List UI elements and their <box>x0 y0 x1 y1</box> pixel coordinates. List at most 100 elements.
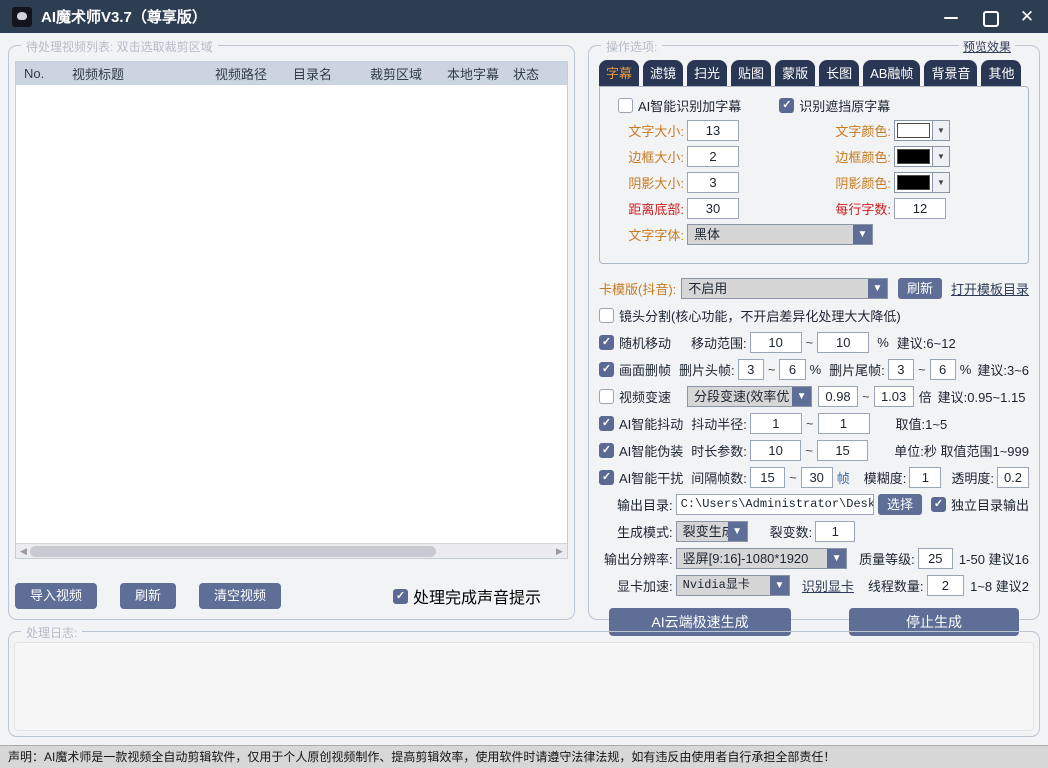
output-dir-input[interactable]: C:\Users\Administrator\Desktop <box>676 494 874 515</box>
close-icon[interactable]: ✕ <box>1018 8 1036 26</box>
speed-to-input[interactable]: 1.03 <box>874 386 914 407</box>
mask-original-checkbox[interactable] <box>779 98 794 113</box>
statement-bar: 声明：AI魔术师是一款视频全自动剪辑软件，仅用于个人原创视频制作、提高剪辑效率，… <box>0 745 1048 768</box>
template-label: 卡模版(抖音): <box>599 279 676 298</box>
refresh-list-button[interactable]: 刷新 <box>120 583 176 609</box>
scrollbar-thumb[interactable] <box>30 546 436 557</box>
maximize-icon[interactable] <box>980 8 998 26</box>
ai-disguise-label: AI智能伪装 <box>619 441 683 460</box>
head-frames-to-input[interactable]: 6 <box>779 359 805 380</box>
move-range-from-input[interactable]: 10 <box>750 332 802 353</box>
horizontal-scrollbar[interactable]: ◀ ▶ <box>16 543 567 558</box>
duration-from-input[interactable]: 10 <box>750 440 801 461</box>
tab-背景音[interactable]: 背景音 <box>924 60 977 86</box>
scroll-right-icon[interactable]: ▶ <box>553 545 566 558</box>
video-table-body[interactable] <box>16 85 567 543</box>
border-color-label: 边框颜色: <box>815 147 891 166</box>
lens-split-label: 镜头分割(核心功能，不开启差异化处理大大降低) <box>619 306 901 325</box>
speed-mode-dropdown[interactable]: 分段变速(效率优▼ <box>687 386 812 407</box>
split-count-input[interactable]: 1 <box>815 521 855 542</box>
tab-扫光[interactable]: 扫光 <box>687 60 727 86</box>
chevron-down-icon: ▼ <box>932 173 949 192</box>
gen-mode-label: 生成模式: <box>617 522 673 541</box>
threads-input[interactable]: 2 <box>927 575 965 596</box>
template-refresh-button[interactable]: 刷新 <box>898 278 942 299</box>
speed-from-input[interactable]: 0.98 <box>818 386 858 407</box>
frame-delete-checkbox[interactable] <box>599 362 614 377</box>
tab-AB融帧[interactable]: AB融帧 <box>863 60 920 86</box>
open-template-dir-link[interactable]: 打开模板目录 <box>951 279 1029 298</box>
threads-label: 线程数量: <box>868 576 924 595</box>
tilde: ~ <box>918 362 926 377</box>
standalone-output-checkbox[interactable] <box>931 497 946 512</box>
opacity-input[interactable]: 0.2 <box>997 467 1029 488</box>
clear-videos-button[interactable]: 清空视频 <box>199 583 281 609</box>
blur-label: 模糊度: <box>864 468 907 487</box>
video-table-header: No.视频标题视频路径目录名裁剪区域本地字幕状态 <box>16 62 567 85</box>
chevron-down-icon: ▼ <box>868 279 887 298</box>
log-output[interactable] <box>14 642 1034 731</box>
chars-per-line-input[interactable]: 12 <box>894 198 946 219</box>
shadow-size-input[interactable]: 3 <box>687 172 739 193</box>
shadow-color-dropdown[interactable]: ▼ <box>894 172 950 193</box>
frame-delete-hint: 建议:3~6 <box>977 360 1029 379</box>
ai-disguise-checkbox[interactable] <box>599 443 614 458</box>
tail-frames-label: 删片尾帧: <box>829 360 885 379</box>
jitter-to-input[interactable]: 1 <box>818 413 870 434</box>
border-color-dropdown[interactable]: ▼ <box>894 146 950 167</box>
font-size-input[interactable]: 13 <box>687 120 739 141</box>
tab-长图[interactable]: 长图 <box>819 60 859 86</box>
tab-蒙版[interactable]: 蒙版 <box>775 60 815 86</box>
scroll-left-icon[interactable]: ◀ <box>17 545 30 558</box>
import-videos-button[interactable]: 导入视频 <box>15 583 97 609</box>
blur-input[interactable]: 1 <box>909 467 941 488</box>
interval-to-input[interactable]: 30 <box>801 467 833 488</box>
ai-interfere-label: AI智能干扰 <box>619 468 683 487</box>
tilde: ~ <box>768 362 776 377</box>
speed-change-checkbox[interactable] <box>599 389 614 404</box>
move-range-unit: % <box>877 335 889 350</box>
log-group: 处理日志: <box>8 631 1040 737</box>
output-dir-label: 输出目录: <box>617 495 673 514</box>
tilde: ~ <box>789 470 797 485</box>
ai-jitter-checkbox[interactable] <box>599 416 614 431</box>
detect-gpu-link[interactable]: 识别显卡 <box>802 576 854 595</box>
random-move-checkbox[interactable] <box>599 335 614 350</box>
tilde: ~ <box>862 389 870 404</box>
move-range-to-input[interactable]: 10 <box>817 332 869 353</box>
ai-interfere-checkbox[interactable] <box>599 470 614 485</box>
gpu-dropdown[interactable]: Nvidia显卡▼ <box>676 575 790 596</box>
preview-effect-link[interactable]: 预览效果 <box>959 38 1015 55</box>
bottom-distance-input[interactable]: 30 <box>687 198 739 219</box>
column-header: 本地字幕 <box>439 64 505 83</box>
ai-subtitle-checkbox[interactable] <box>618 98 633 113</box>
duration-param-label: 时长参数: <box>691 441 747 460</box>
options-panel: 字幕滤镜扫光贴图蒙版长图AB融帧背景音其他 AI智能识别加字幕 识别遮挡原字幕 … <box>599 60 1029 636</box>
gen-mode-dropdown[interactable]: 裂变生成▼ <box>676 521 748 542</box>
head-frames-from-input[interactable]: 3 <box>738 359 764 380</box>
log-group-title: 处理日志: <box>21 624 82 641</box>
interval-from-input[interactable]: 15 <box>750 467 785 488</box>
tail-frames-to-input[interactable]: 6 <box>930 359 956 380</box>
choose-dir-button[interactable]: 选择 <box>878 494 922 515</box>
tab-字幕[interactable]: 字幕 <box>599 60 639 86</box>
minimize-icon[interactable] <box>942 8 960 26</box>
interval-unit: 帧 <box>837 468 850 487</box>
tab-贴图[interactable]: 贴图 <box>731 60 771 86</box>
standalone-output-label: 独立目录输出 <box>951 495 1029 514</box>
tab-其他[interactable]: 其他 <box>981 60 1021 86</box>
resolution-dropdown[interactable]: 竖屏[9:16]-1080*1920▼ <box>676 548 847 569</box>
jitter-from-input[interactable]: 1 <box>750 413 802 434</box>
sound-alert-checkbox[interactable] <box>393 589 408 604</box>
lens-split-checkbox[interactable] <box>599 308 614 323</box>
tab-滤镜[interactable]: 滤镜 <box>643 60 683 86</box>
duration-to-input[interactable]: 15 <box>817 440 868 461</box>
quality-input[interactable]: 25 <box>918 548 953 569</box>
font-family-dropdown[interactable]: 黑体▼ <box>687 224 873 245</box>
font-color-dropdown[interactable]: ▼ <box>894 120 950 141</box>
template-dropdown[interactable]: 不启用▼ <box>681 278 888 299</box>
font-size-label: 文字大小: <box>604 121 684 140</box>
tail-frames-from-input[interactable]: 3 <box>888 359 914 380</box>
border-size-input[interactable]: 2 <box>687 146 739 167</box>
jitter-radius-label: 抖动半径: <box>691 414 747 433</box>
